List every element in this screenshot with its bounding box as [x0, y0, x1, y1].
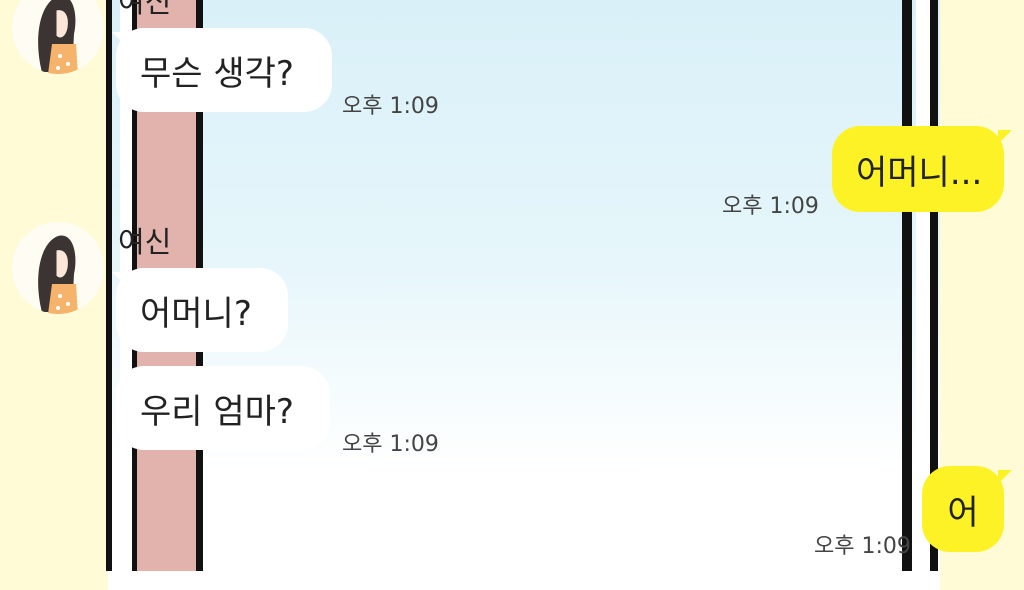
sender-name: 여신	[118, 225, 172, 259]
bubble-tail	[998, 470, 1012, 484]
avatar[interactable]	[12, 0, 104, 74]
message-time: 오후 1:09	[722, 194, 819, 219]
girl-avatar-icon	[38, 0, 78, 74]
message-time: 오후 1:09	[342, 94, 439, 119]
bubble-tail	[998, 130, 1012, 144]
message-bubble[interactable]: 우리 엄마?	[116, 366, 330, 450]
frame-line	[902, 0, 912, 571]
message-time: 오후 1:09	[342, 432, 439, 457]
message-bubble[interactable]: 무슨 생각?	[116, 28, 332, 112]
message-bubble[interactable]: 어머니?	[116, 268, 288, 352]
girl-avatar-icon	[38, 235, 78, 314]
message-time: 오후 1:09	[814, 534, 911, 559]
message-bubble[interactable]: 어	[922, 466, 1004, 552]
message-bubble[interactable]: 어머니...	[832, 126, 1004, 212]
avatar[interactable]	[12, 222, 104, 314]
sender-name: 여신	[118, 0, 172, 19]
